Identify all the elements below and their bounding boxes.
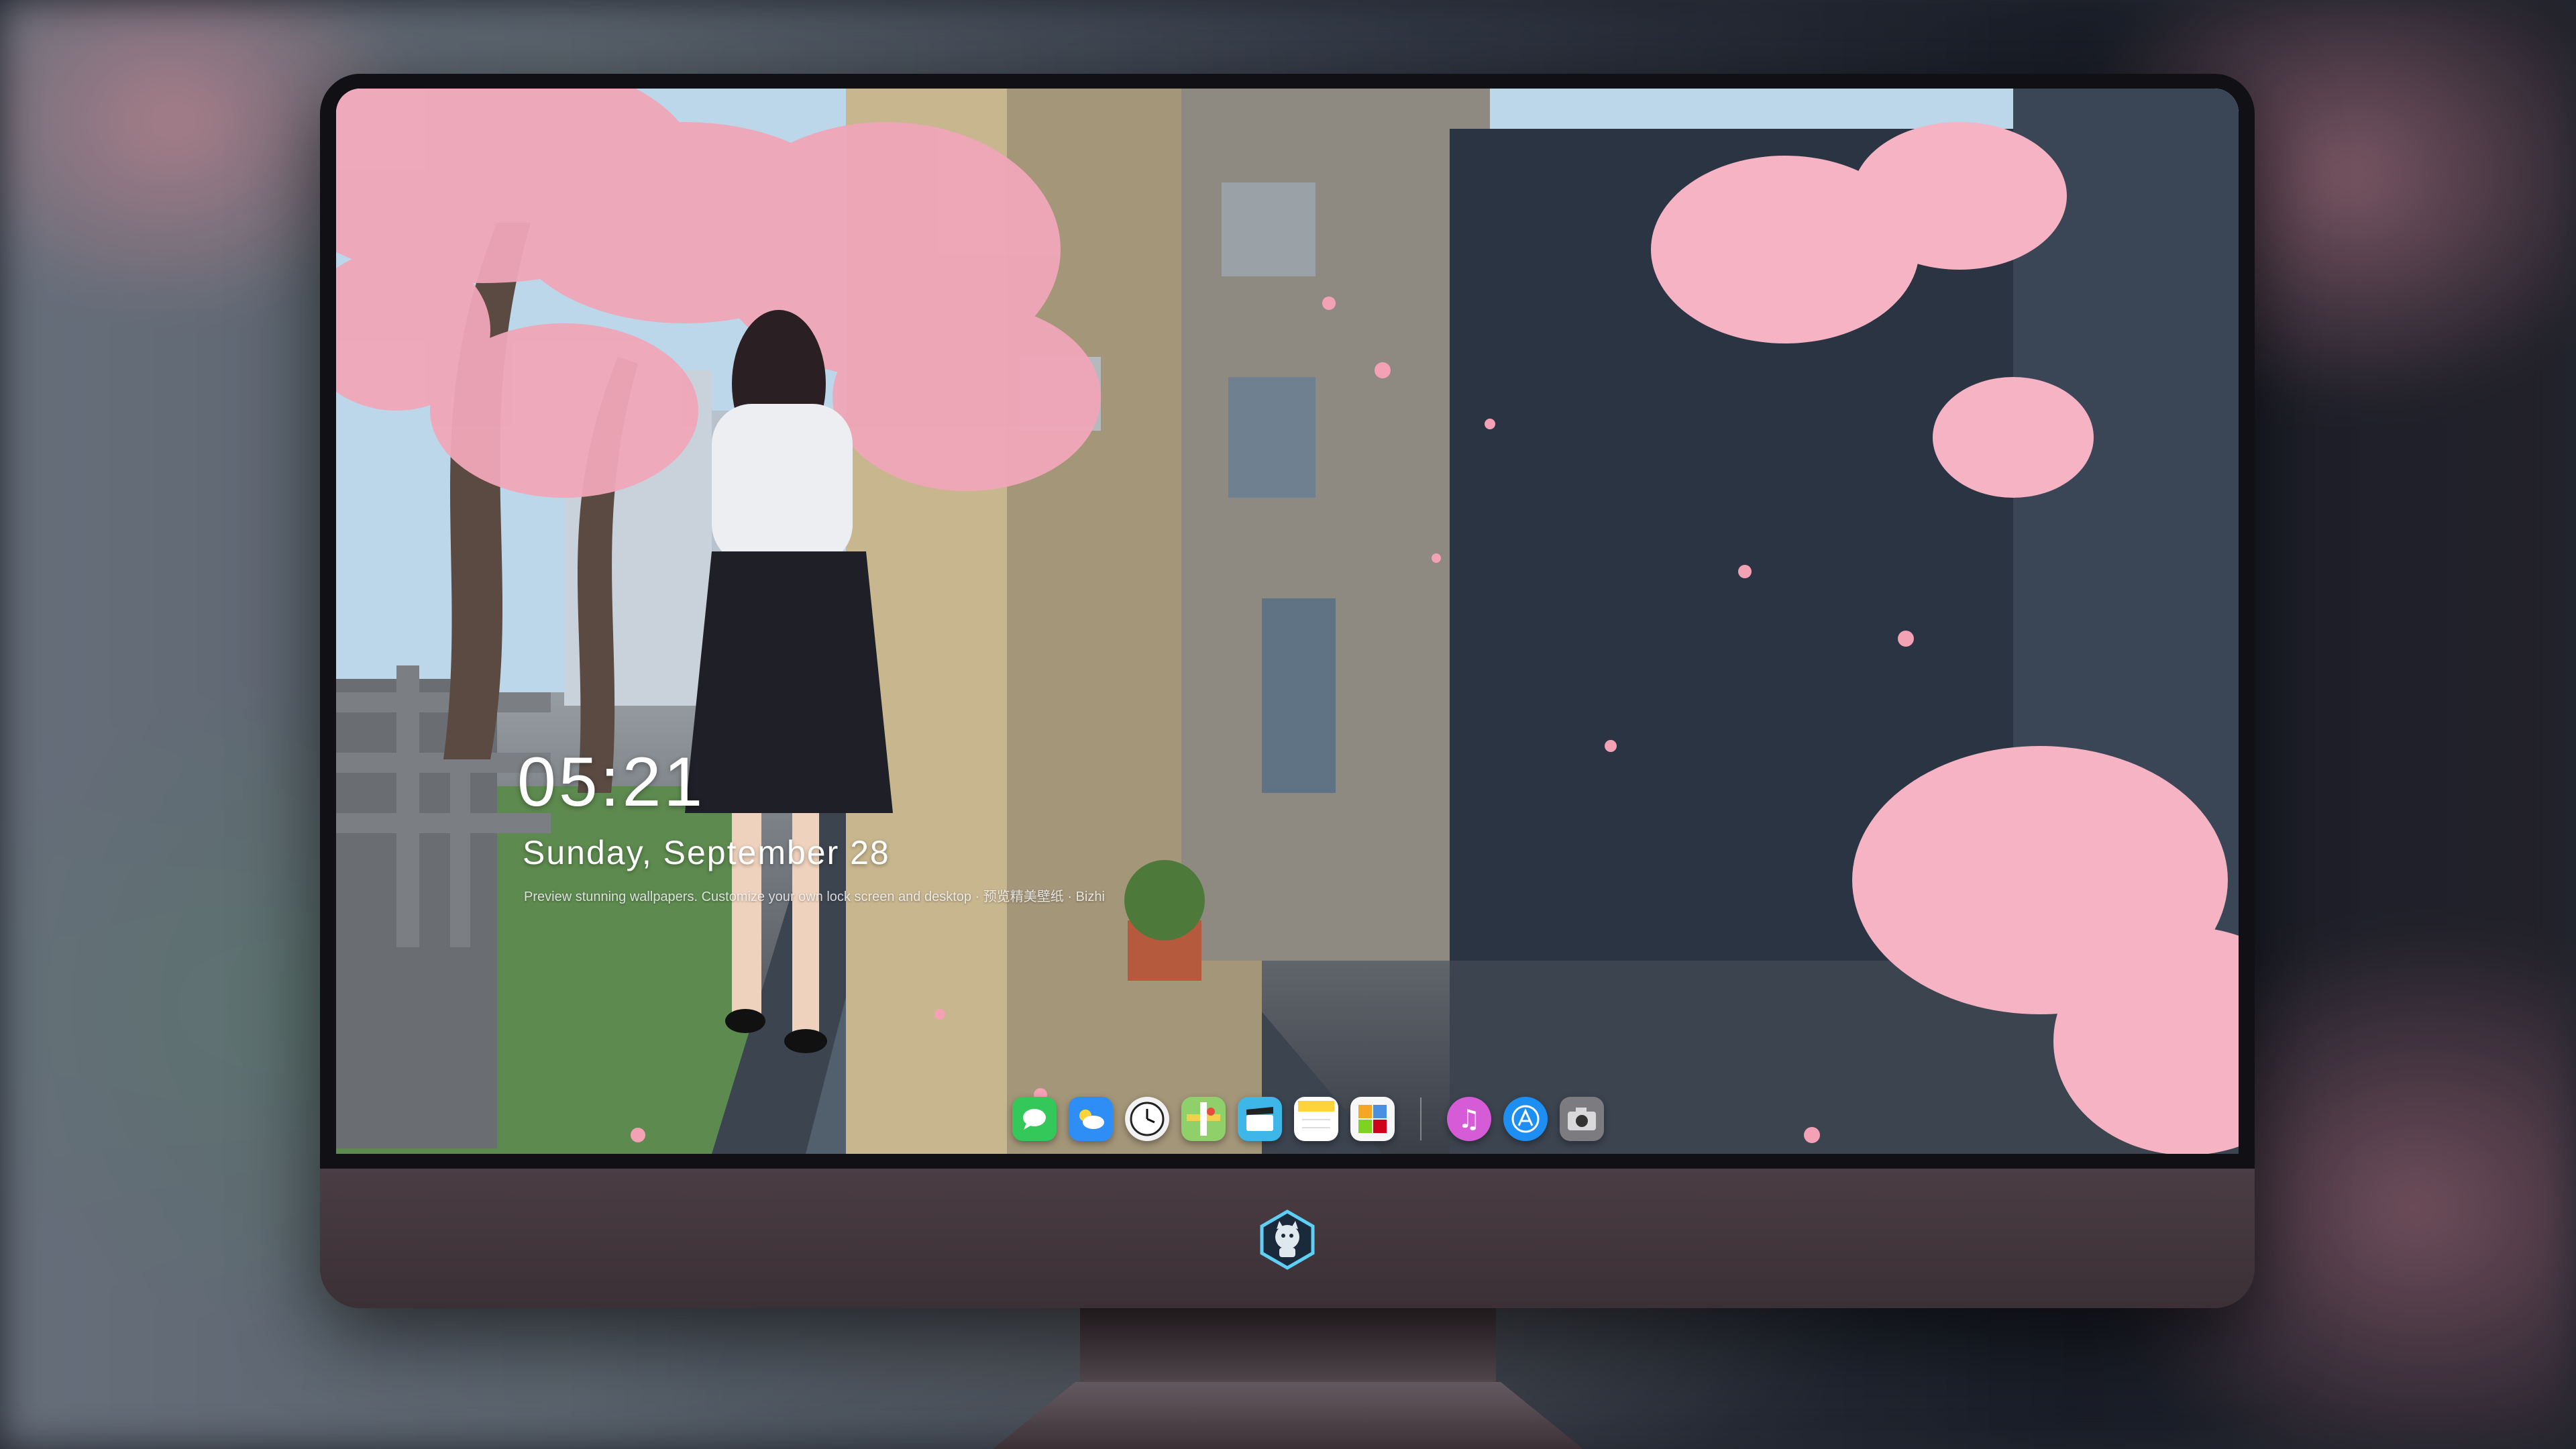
- dock: ♫: [999, 1087, 1617, 1151]
- photos-icon[interactable]: [1350, 1097, 1395, 1141]
- lock-screen-time: 05:21: [517, 743, 706, 821]
- camera-icon[interactable]: [1560, 1097, 1604, 1141]
- brand-logo-icon: [1256, 1209, 1318, 1271]
- monitor: 05:21 Sunday, September 28 Preview stunn…: [320, 74, 2255, 1308]
- monitor-chin: [320, 1169, 2255, 1308]
- lock-screen-date: Sunday, September 28: [523, 834, 890, 871]
- monitor-stand-neck: [1080, 1308, 1496, 1382]
- screen: 05:21 Sunday, September 28 Preview stunn…: [336, 89, 2239, 1154]
- monitor-stand-base: [993, 1382, 1583, 1449]
- dock-separator: [1420, 1097, 1421, 1140]
- monitor-bezel: 05:21 Sunday, September 28 Preview stunn…: [320, 74, 2255, 1169]
- weather-icon[interactable]: [1069, 1097, 1113, 1141]
- maps-icon[interactable]: [1181, 1097, 1226, 1141]
- app-store-icon[interactable]: [1503, 1097, 1548, 1141]
- wallpaper-scene: [336, 89, 2239, 1154]
- clips-icon[interactable]: [1238, 1097, 1282, 1141]
- music-icon[interactable]: ♫: [1447, 1097, 1491, 1141]
- messages-icon[interactable]: [1012, 1097, 1057, 1141]
- clock-icon[interactable]: [1125, 1097, 1169, 1141]
- notes-icon[interactable]: [1294, 1097, 1338, 1141]
- lock-screen-hint: Preview stunning wallpapers. Customize y…: [524, 890, 1105, 904]
